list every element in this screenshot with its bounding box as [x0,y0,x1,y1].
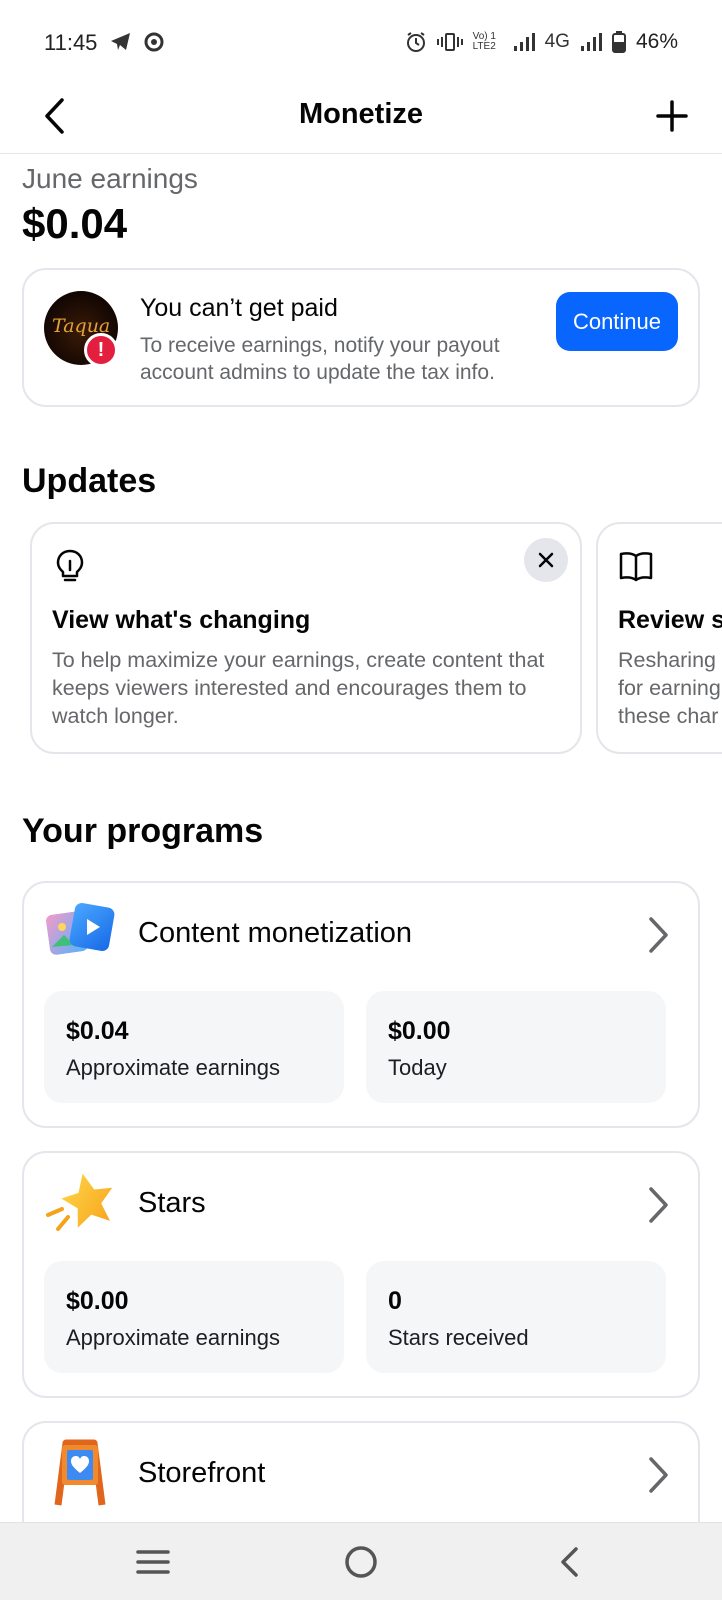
system-back-button[interactable] [546,1539,592,1585]
program-card-content-monetization[interactable]: Content monetization $0.04 Approximate e… [22,881,700,1128]
program-name: Stars [138,1187,206,1219]
add-button[interactable] [650,94,694,138]
telegram-icon [111,33,130,50]
alarm-icon [406,32,425,52]
stat-tile: 0 Stars received [366,1261,666,1373]
lightbulb-icon [56,549,84,582]
payout-alert-card: Taqua ! You can’t get paid To receive ea… [22,268,700,407]
program-name: Storefront [138,1457,266,1489]
close-icon [538,552,554,568]
plus-icon [656,100,688,132]
star-icon [46,1173,113,1231]
dismiss-button[interactable] [524,538,568,582]
update-card[interactable]: Review s Resharing for earning these cha… [596,522,722,754]
alert-title: You can’t get paid [140,294,338,322]
status-time: 11:45 [44,30,98,55]
volte-indicator: Vo) 1 LTE2 [472,31,496,52]
update-card-title: View what's changing [52,606,311,634]
stat-tile: $0.04 Approximate earnings [44,991,344,1103]
stat-tile: $0.00 Today [366,991,666,1103]
alert-description: To receive earnings, notify your payout … [140,334,500,384]
network-type: 4G [544,31,570,52]
home-circle-icon [345,1546,377,1578]
update-card[interactable]: View what's changing To help maximize yo… [30,522,582,754]
page-title: Monetize [298,98,424,130]
browser-icon [144,32,164,52]
update-card-title: Review s [618,606,722,634]
back-chevron-icon [561,1547,578,1577]
stat-tile: $0.00 Approximate earnings [44,1261,344,1373]
earnings-label: June earnings [22,163,198,194]
content-monetization-icon [46,902,115,955]
signal-icon [513,33,535,51]
stat-label: Stars received [388,1325,529,1350]
book-icon [619,552,653,582]
program-name: Content monetization [138,917,413,949]
chevron-right-icon [649,917,668,953]
chevron-right-icon [649,1187,668,1223]
storefront-icon [54,1439,106,1506]
battery-icon [611,31,626,53]
continue-button[interactable]: Continue [556,292,678,351]
update-card-description: To help maximize your earnings, create c… [52,648,545,728]
updates-heading: Updates [22,462,157,500]
stat-value: $0.04 [66,1017,129,1045]
status-bar: 11:45 Vo) 1 LTE2 4G 46% [0,0,722,88]
updates-carousel[interactable]: View what's changing To help maximize yo… [0,522,722,756]
stat-value: $0.00 [66,1287,129,1315]
stat-label: Today [388,1055,447,1080]
home-button[interactable] [338,1539,384,1585]
alert-badge: ! [84,333,118,367]
signal-icon-2 [580,33,602,51]
stat-value: 0 [388,1287,402,1315]
stat-label: Approximate earnings [66,1055,281,1080]
system-nav-bar [0,1522,722,1600]
update-card-description: Resharing for earning these char [618,648,721,728]
battery-percent: 46% [635,30,678,53]
earnings-amount: $0.04 [22,200,128,247]
stat-value: $0.00 [388,1017,451,1045]
stat-label: Approximate earnings [66,1325,281,1350]
vibrate-icon [436,33,463,51]
program-card-stars[interactable]: Stars $0.00 Approximate earnings 0 Stars… [22,1151,700,1398]
menu-icon [136,1550,170,1574]
recent-apps-button[interactable] [130,1539,176,1585]
app-header: Monetize [0,88,722,154]
programs-heading: Your programs [22,812,264,850]
avatar: Taqua ! [44,291,118,367]
chevron-right-icon [649,1457,668,1493]
